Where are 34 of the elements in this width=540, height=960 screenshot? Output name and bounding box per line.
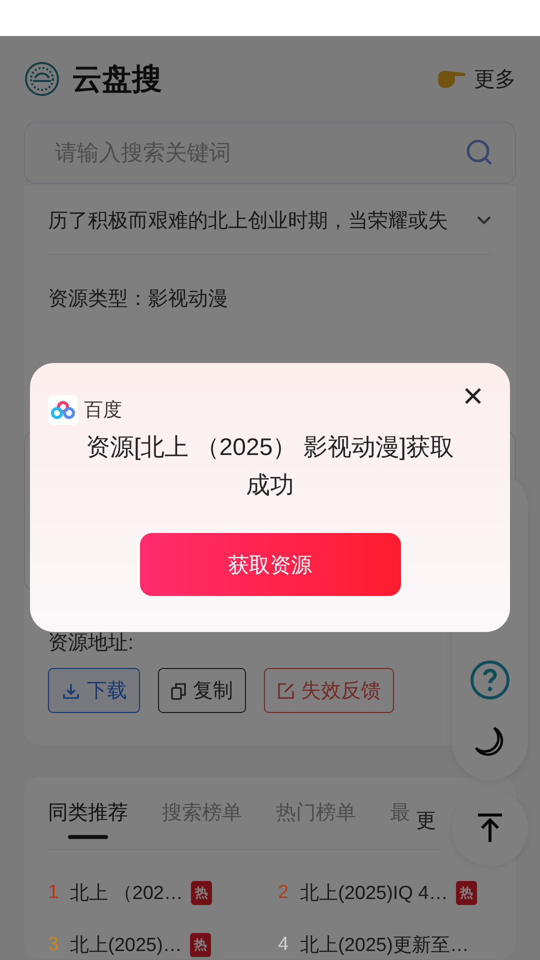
search-icon (466, 139, 494, 167)
hot-badge: 热 (456, 881, 477, 905)
copy-button[interactable]: 复制 (158, 668, 246, 713)
rank-item-title[interactable]: 北上(2025)… (70, 932, 182, 958)
cloud-logo-icon (48, 395, 78, 425)
type-value: 影视动漫 (148, 288, 228, 310)
back-to-top-icon[interactable] (476, 813, 504, 843)
more-link[interactable]: 更多 (436, 65, 516, 93)
site-title: 云盘搜 (72, 62, 163, 98)
resource-description: 历了积极而艰难的北上创业时期，当荣耀或失 (48, 208, 448, 234)
edit-icon (277, 682, 295, 700)
dialog-message: 资源[北上 （2025） 影视动漫]获取成功 (84, 433, 456, 501)
logo-icon (24, 61, 60, 97)
chevron-icon[interactable] (476, 215, 492, 225)
rank-number: 1 (48, 882, 60, 904)
close-button[interactable] (464, 387, 482, 405)
rank-item-title[interactable]: 北上(2025)IQ 4… (300, 880, 448, 906)
get-resource-button[interactable]: 获取资源 (140, 533, 400, 596)
rank-number: 3 (48, 934, 60, 956)
hot-badge: 热 (190, 933, 211, 957)
rank-item-title[interactable]: 北上(2025)更新至… (300, 932, 469, 958)
address-label: 资源地址: (48, 632, 134, 654)
moon-icon[interactable] (474, 726, 506, 758)
tab[interactable]: 同类推荐 (48, 791, 128, 849)
hot-badge: 热 (190, 881, 212, 905)
download-button[interactable]: 下载 (48, 668, 140, 713)
rank-item-title[interactable]: 北上 （202… (70, 880, 183, 906)
report-button[interactable]: 失效反馈 (264, 668, 394, 713)
rank-number: 2 (278, 882, 290, 904)
source-name: 百度 (84, 399, 122, 423)
type-label: 资源类型： (48, 288, 148, 310)
pointing-hand-icon (436, 69, 466, 89)
rank-number: 4 (278, 934, 290, 956)
copy-icon (171, 682, 187, 700)
